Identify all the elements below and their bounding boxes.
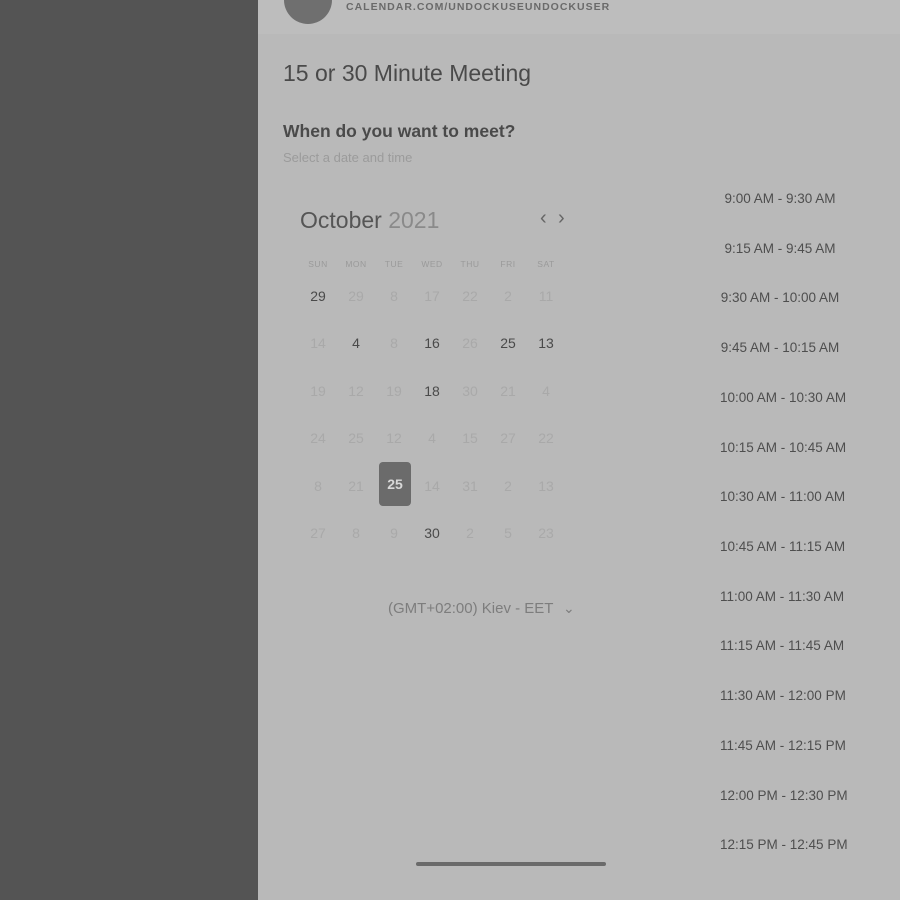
calendar-day: 21	[500, 383, 516, 399]
calendar-day: 26	[462, 335, 478, 351]
month-year: 2021	[388, 207, 440, 233]
weekday-label: SAT	[537, 259, 555, 269]
calendar-day[interactable]: 25	[492, 321, 524, 365]
calendar-day[interactable]: 13	[530, 321, 562, 365]
calendar-day[interactable]: 4	[340, 321, 372, 365]
calendar-day: 2	[504, 288, 512, 304]
header-bar: CALENDAR.COM/UNDOCKUSEUNDOCKUSER	[258, 0, 900, 34]
left-panel	[0, 0, 258, 900]
calendar-day: 31	[462, 478, 478, 494]
chevron-right-icon[interactable]: ›	[558, 207, 565, 230]
calendar-day: 19	[310, 383, 326, 399]
booking-page: CALENDAR.COM/UNDOCKUSEUNDOCKUSER 15 or 3…	[258, 0, 900, 900]
time-slot[interactable]: 9:15 AM - 9:45 AM	[720, 241, 840, 256]
time-slot[interactable]: 10:30 AM - 11:00 AM	[720, 489, 845, 504]
weekday-label: SUN	[308, 259, 328, 269]
calendar-day: 21	[348, 478, 364, 494]
calendar-day: 15	[462, 430, 478, 446]
time-slot[interactable]: 9:30 AM - 10:00 AM	[720, 290, 840, 305]
calendar-month-title: October 2021	[300, 207, 439, 234]
calendar-day[interactable]: 16	[416, 321, 448, 365]
calendar-day: 30	[462, 383, 478, 399]
calendar-day[interactable]: 18	[416, 369, 448, 413]
calendar-day: 12	[386, 430, 402, 446]
calendar-day: 2	[466, 525, 474, 541]
calendar-day: 22	[538, 430, 554, 446]
calendar-day: 24	[310, 430, 326, 446]
weekday-label: THU	[460, 259, 480, 269]
time-slot[interactable]: 11:30 AM - 12:00 PM	[720, 688, 846, 703]
calendar-day: 25	[348, 430, 364, 446]
time-slot[interactable]: 10:00 AM - 10:30 AM	[720, 390, 846, 405]
selected-day[interactable]: 25	[379, 462, 411, 506]
time-slot[interactable]: 11:00 AM - 11:30 AM	[720, 589, 844, 604]
calendar-day: 14	[424, 478, 440, 494]
calendar-day: 14	[310, 335, 326, 351]
calendar-day: 5	[504, 525, 512, 541]
calendar-day[interactable]: 29	[302, 274, 334, 318]
date-question: When do you want to meet?	[283, 121, 516, 141]
calendar-day: 4	[428, 430, 436, 446]
calendar-day: 11	[538, 288, 554, 304]
calendar-day: 17	[424, 288, 440, 304]
calendar-day[interactable]: 30	[416, 511, 448, 555]
time-slot[interactable]: 11:45 AM - 12:15 PM	[720, 738, 846, 753]
avatar	[284, 0, 332, 24]
time-slot[interactable]: 11:15 AM - 11:45 AM	[720, 638, 844, 653]
time-slot[interactable]: 12:15 PM - 12:45 PM	[720, 837, 848, 852]
weekday-label: WED	[421, 259, 443, 269]
profile-url: CALENDAR.COM/UNDOCKUSEUNDOCKUSER	[346, 1, 611, 13]
chevron-left-icon[interactable]: ‹	[540, 207, 547, 230]
time-slot[interactable]: 12:00 PM - 12:30 PM	[720, 788, 848, 803]
time-slot[interactable]: 9:45 AM - 10:15 AM	[720, 340, 840, 355]
calendar-day: 8	[390, 288, 398, 304]
scroll-handle[interactable]	[416, 862, 606, 866]
event-title: 15 or 30 Minute Meeting	[283, 60, 532, 86]
time-slot[interactable]: 9:00 AM - 9:30 AM	[720, 191, 840, 206]
chevron-down-icon[interactable]: ⌄	[563, 600, 575, 617]
calendar-day: 9	[390, 525, 398, 541]
weekday-label: TUE	[384, 259, 404, 269]
weekday-label: MON	[345, 259, 367, 269]
date-subtitle: Select a date and time	[283, 150, 413, 165]
calendar-day: 8	[352, 525, 360, 541]
calendar-day: 8	[314, 478, 322, 494]
calendar-day: 2	[504, 478, 512, 494]
calendar-day: 13	[538, 478, 554, 494]
calendar-day: 12	[348, 383, 364, 399]
calendar-day: 27	[310, 525, 326, 541]
calendar-day: 4	[542, 383, 550, 399]
calendar-day: 8	[390, 335, 398, 351]
calendar-day: 22	[462, 288, 478, 304]
time-slot[interactable]: 10:45 AM - 11:15 AM	[720, 539, 845, 554]
weekday-label: FRI	[500, 259, 516, 269]
timezone-select[interactable]: (GMT+02:00) Kiev - EET	[388, 600, 553, 617]
month-name: October	[300, 207, 382, 233]
calendar-day: 29	[348, 288, 364, 304]
calendar-day: 19	[386, 383, 402, 399]
time-slot[interactable]: 10:15 AM - 10:45 AM	[720, 440, 846, 455]
calendar-day: 27	[500, 430, 516, 446]
calendar-day: 23	[538, 525, 554, 541]
